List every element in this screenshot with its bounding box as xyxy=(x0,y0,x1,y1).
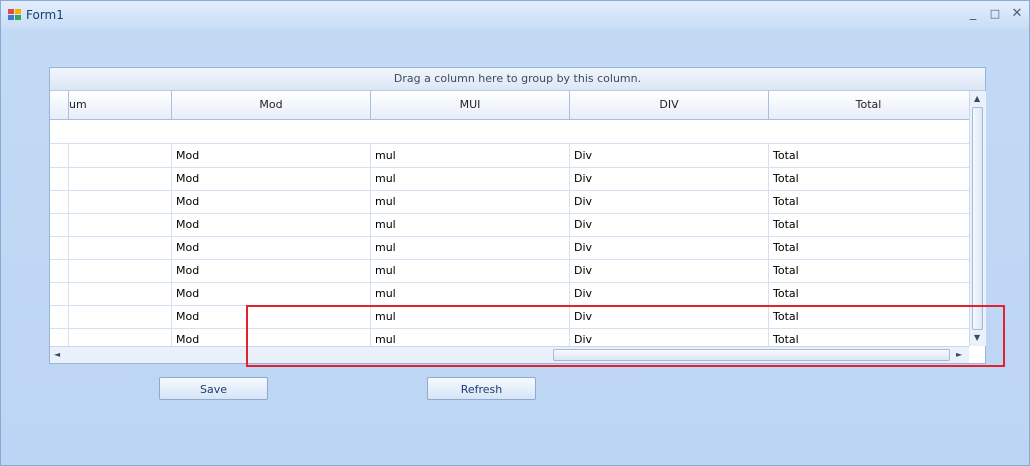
cell-div[interactable]: Div xyxy=(570,190,769,213)
cell-total[interactable]: Total xyxy=(769,282,969,305)
minimize-icon: _ xyxy=(969,6,977,21)
cell-um[interactable] xyxy=(69,305,172,328)
close-icon: ✕ xyxy=(1011,6,1023,21)
cell-mui[interactable]: mul xyxy=(371,236,570,259)
cell-um[interactable] xyxy=(69,213,172,236)
table-row[interactable]: Mod mul Div Total xyxy=(50,282,969,306)
row-indicator[interactable] xyxy=(50,190,69,213)
cell-mod[interactable]: Mod xyxy=(172,167,371,190)
cell-div[interactable]: Div xyxy=(570,144,769,167)
window-title: Form1 xyxy=(26,8,64,22)
form1-window: Form1 _ □ ✕ Drag a column here to group … xyxy=(0,0,1030,466)
row-indicator[interactable] xyxy=(50,305,69,328)
row-indicator[interactable] xyxy=(50,144,69,167)
cell-total[interactable]: Total xyxy=(769,236,969,259)
cell-mod[interactable]: Mod xyxy=(172,190,371,213)
cell-total[interactable]: Total xyxy=(769,190,969,213)
cell-mui[interactable]: mul xyxy=(371,144,570,167)
cell-div[interactable]: Div xyxy=(570,213,769,236)
maximize-icon: □ xyxy=(989,7,1001,20)
cell-um[interactable] xyxy=(69,167,172,190)
scroll-up-icon[interactable]: ▲ xyxy=(974,94,980,103)
row-indicator[interactable] xyxy=(50,282,69,305)
table-row[interactable]: Mod mul Div Total xyxy=(50,167,969,191)
cell-mui[interactable]: mul xyxy=(371,167,570,190)
row-indicator[interactable] xyxy=(50,236,69,259)
cell-div[interactable]: Div xyxy=(570,167,769,190)
cell-um[interactable] xyxy=(69,144,172,167)
column-header-mod[interactable]: Mod xyxy=(172,91,371,119)
table-row[interactable]: Mod mul Div Total xyxy=(50,144,969,168)
cell-mod[interactable]: Mod xyxy=(172,236,371,259)
row-indicator-header xyxy=(50,91,69,119)
cell-total[interactable]: Total xyxy=(769,167,969,190)
cell-mod[interactable]: Mod xyxy=(172,144,371,167)
save-button[interactable]: Save xyxy=(159,377,268,400)
cell-mui[interactable]: mul xyxy=(371,282,570,305)
cell-mod[interactable]: Mod xyxy=(172,282,371,305)
grid-header-row: um Mod MUI DIV Total xyxy=(50,91,969,120)
highlight-box xyxy=(246,305,1005,367)
cell-mod[interactable]: Mod xyxy=(172,213,371,236)
column-header-um[interactable]: um xyxy=(69,91,172,119)
cell-um[interactable] xyxy=(69,236,172,259)
refresh-button[interactable]: Refresh xyxy=(427,377,536,400)
row-indicator[interactable] xyxy=(50,167,69,190)
column-header-mui[interactable]: MUI xyxy=(371,91,570,119)
cell-div[interactable]: Div xyxy=(570,236,769,259)
cell-total[interactable]: Total xyxy=(769,213,969,236)
minimize-button[interactable]: _ xyxy=(963,6,983,22)
cell-mod[interactable]: Mod xyxy=(172,259,371,282)
cell-mui[interactable]: mul xyxy=(371,190,570,213)
table-row[interactable]: Mod mul Div Total xyxy=(50,190,969,214)
row-indicator[interactable] xyxy=(50,213,69,236)
cell-um[interactable] xyxy=(69,328,172,346)
table-row[interactable]: Mod mul Div Total xyxy=(50,259,969,283)
vertical-scroll-thumb[interactable] xyxy=(972,107,983,330)
new-row[interactable] xyxy=(50,120,969,144)
table-row[interactable]: Mod mul Div Total xyxy=(50,213,969,237)
column-header-total[interactable]: Total xyxy=(769,91,968,119)
close-button[interactable]: ✕ xyxy=(1007,6,1027,22)
row-indicator[interactable] xyxy=(50,259,69,282)
cell-div[interactable]: Div xyxy=(570,282,769,305)
cell-um[interactable] xyxy=(69,259,172,282)
form-app-icon xyxy=(8,9,22,21)
group-by-panel[interactable]: Drag a column here to group by this colu… xyxy=(50,68,985,91)
maximize-button[interactable]: □ xyxy=(985,6,1005,22)
cell-um[interactable] xyxy=(69,190,172,213)
cell-mui[interactable]: mul xyxy=(371,213,570,236)
scroll-left-icon[interactable]: ◄ xyxy=(54,350,60,359)
cell-div[interactable]: Div xyxy=(570,259,769,282)
title-bar[interactable]: Form1 _ □ ✕ xyxy=(1,1,1029,29)
table-row[interactable]: Mod mul Div Total xyxy=(50,236,969,260)
cell-um[interactable] xyxy=(69,282,172,305)
column-header-div[interactable]: DIV xyxy=(570,91,769,119)
cell-total[interactable]: Total xyxy=(769,259,969,282)
cell-total[interactable]: Total xyxy=(769,144,969,167)
row-indicator[interactable] xyxy=(50,328,69,346)
cell-mui[interactable]: mul xyxy=(371,259,570,282)
